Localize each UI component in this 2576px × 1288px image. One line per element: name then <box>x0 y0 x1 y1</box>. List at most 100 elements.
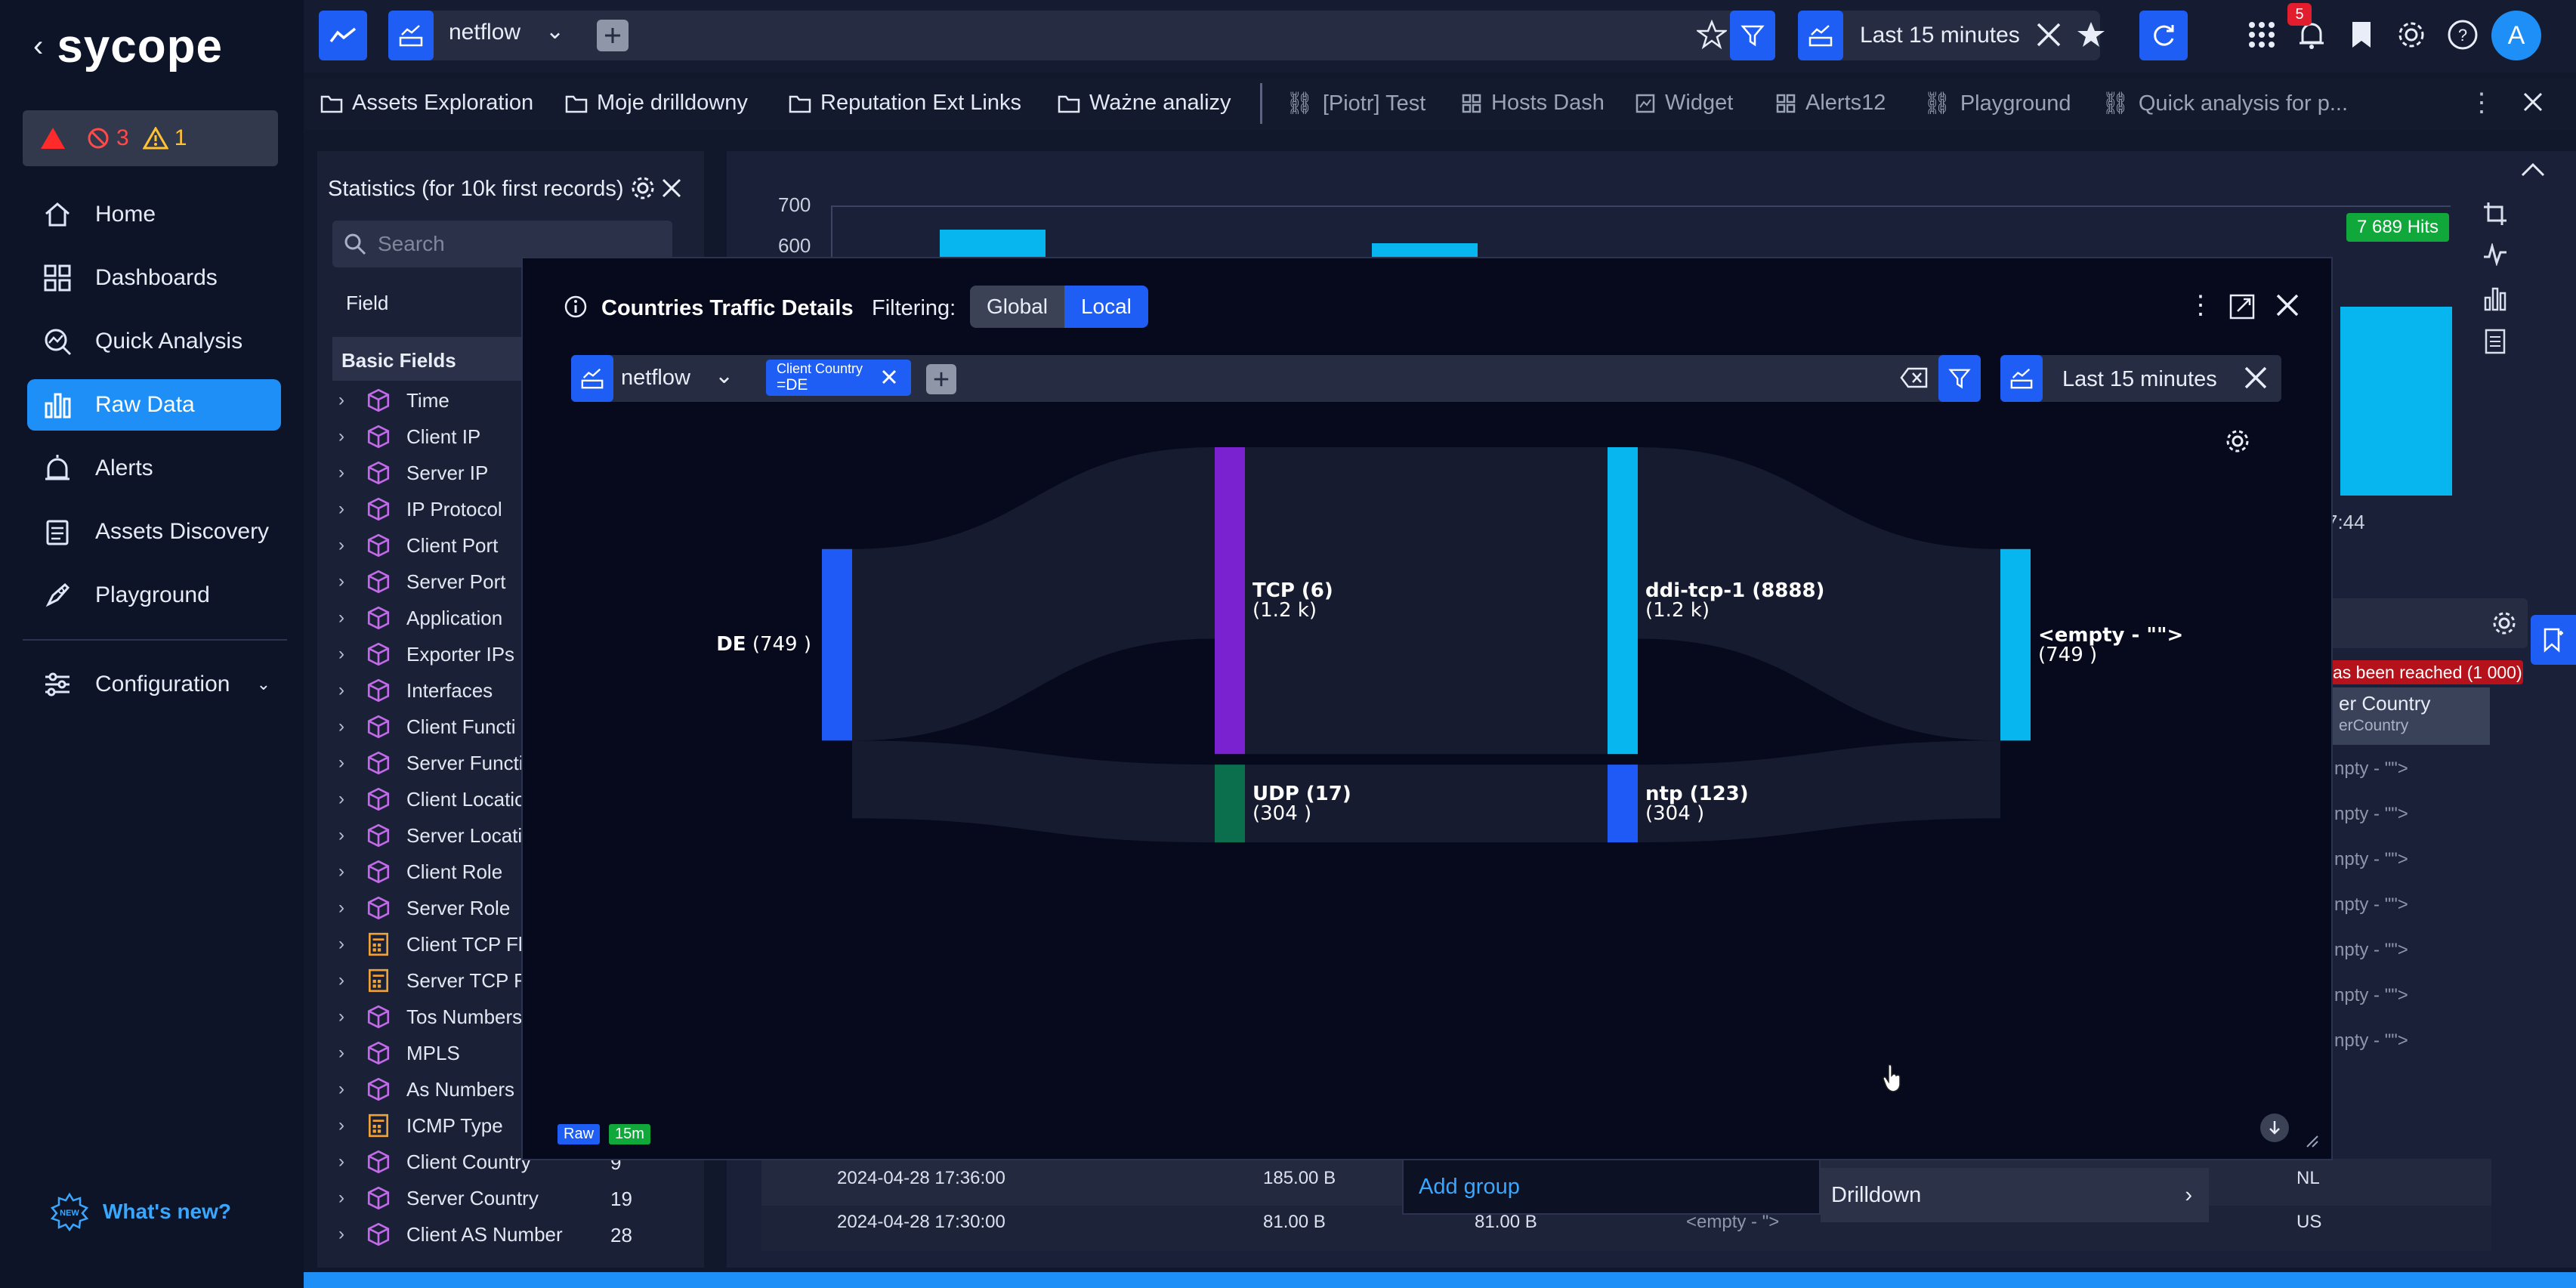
add-group-button[interactable]: Add group <box>1402 1159 1821 1215</box>
expand-chevron-icon[interactable]: › <box>338 680 366 701</box>
sidebar-item-home[interactable]: Home <box>27 189 281 240</box>
sidebar-item-dashboards[interactable]: Dashboards <box>27 252 281 304</box>
drilldown-menu-item[interactable]: Drilldown › <box>1821 1168 2209 1222</box>
sankey-node-DE[interactable] <box>822 548 852 741</box>
expand-chevron-icon[interactable]: › <box>338 1151 366 1172</box>
favorite-star-icon[interactable] <box>1697 20 1727 50</box>
field-row[interactable]: › As Numbers <box>338 1071 514 1107</box>
alerts-summary[interactable]: 3 1 <box>23 110 278 166</box>
filter-global-button[interactable]: Global <box>970 286 1064 328</box>
sidebar-item-configuration[interactable]: Configuration ⌄ <box>27 659 281 710</box>
source-name[interactable]: netflow <box>449 20 520 45</box>
modal-source-name[interactable]: netflow <box>621 366 690 391</box>
sankey-node-TCP[interactable] <box>1215 447 1245 755</box>
field-row[interactable]: › MPLS <box>338 1035 460 1071</box>
filter-local-button[interactable]: Local <box>1064 286 1148 328</box>
modal-close-icon[interactable] <box>2274 292 2301 319</box>
modal-more-icon[interactable]: ⋮ <box>2188 290 2213 320</box>
sidebar-item-playground[interactable]: Playground <box>27 570 281 621</box>
expand-chevron-icon[interactable]: › <box>338 716 366 737</box>
expand-chevron-icon[interactable]: › <box>338 426 366 447</box>
info-icon[interactable] <box>564 295 588 319</box>
field-row[interactable]: › Tos Numbers <box>338 999 522 1035</box>
modal-clear-time-close-icon[interactable] <box>2242 364 2269 391</box>
client-country-filter-chip[interactable]: Client Country =DE <box>766 360 911 396</box>
tab-wazne-analizy[interactable]: Ważne analizy <box>1058 91 1231 116</box>
expand-chevron-icon[interactable]: › <box>338 861 366 882</box>
tab-alerts12[interactable]: Alerts12 <box>1775 91 1886 116</box>
statistics-close-icon[interactable] <box>660 177 683 199</box>
tab-playground[interactable]: ⛓ Playground <box>1923 91 2071 116</box>
modal-expand-icon[interactable] <box>2229 293 2256 320</box>
settings-gear-icon[interactable] <box>2395 18 2428 51</box>
field-row[interactable]: › Server IP <box>338 455 488 491</box>
expand-chevron-icon[interactable]: › <box>338 970 366 991</box>
field-row[interactable]: › Server TCP F <box>338 962 526 999</box>
field-row[interactable]: › Interfaces <box>338 672 493 709</box>
clear-query-icon[interactable] <box>1899 366 1929 390</box>
field-row[interactable]: › Server Functi <box>338 745 524 781</box>
sankey-node-UDP[interactable] <box>1215 764 1245 843</box>
time-source-icon-button[interactable] <box>1798 11 1843 60</box>
filter-button[interactable] <box>1730 11 1775 60</box>
back-chevron-icon[interactable]: ‹ <box>33 29 43 63</box>
field-row[interactable]: › Client Role <box>338 854 502 890</box>
expand-chevron-icon[interactable]: › <box>338 1042 366 1064</box>
expand-chevron-icon[interactable]: › <box>338 1115 366 1136</box>
sankey-node-ddi[interactable] <box>1608 447 1638 755</box>
expand-chevron-icon[interactable]: › <box>338 462 366 483</box>
bar-chart-icon[interactable] <box>2482 286 2508 311</box>
expand-chevron-icon[interactable]: › <box>338 499 366 520</box>
field-row[interactable]: › Application <box>338 600 502 636</box>
expand-chevron-icon[interactable]: › <box>338 1006 366 1027</box>
field-row[interactable]: › Server Locati <box>338 817 522 854</box>
modal-source-icon-button[interactable] <box>571 355 613 402</box>
field-row[interactable]: › Server Port <box>338 564 506 600</box>
modal-time-source-button[interactable] <box>2000 355 2043 402</box>
tab-moje-drilldowny[interactable]: Moje drilldowny <box>565 91 748 116</box>
source-dropdown-chevron-icon[interactable]: ⌄ <box>545 18 564 45</box>
brand-logo[interactable]: ‹ sycope <box>33 20 223 73</box>
tab-piotr-test[interactable]: ⛓ [Piotr] Test <box>1286 91 1425 116</box>
field-row[interactable]: › Client Functi <box>338 709 516 745</box>
field-row[interactable]: › Exporter IPs <box>338 636 514 672</box>
field-row[interactable]: › Client IP <box>338 419 480 455</box>
line-chart-icon[interactable] <box>2482 243 2508 266</box>
tab-hosts-dash[interactable]: Hosts Dash <box>1461 91 1605 116</box>
help-icon[interactable]: ? <box>2446 18 2479 51</box>
server-country-column-header[interactable]: er Country erCountry <box>2331 687 2490 745</box>
expand-chevron-icon[interactable]: › <box>338 571 366 592</box>
expand-chevron-icon[interactable]: › <box>338 897 366 919</box>
tab-quick-analysis[interactable]: ⛓ Quick analysis for p... <box>2102 91 2348 116</box>
sidebar-item-raw-data[interactable]: Raw Data <box>27 379 281 431</box>
tab-assets-exploration[interactable]: Assets Exploration <box>320 91 533 116</box>
field-row[interactable]: › Time <box>338 382 449 419</box>
background-bar[interactable] <box>940 230 1046 260</box>
expand-chevron-icon[interactable]: › <box>338 535 366 556</box>
expand-chevron-icon[interactable]: › <box>338 1188 366 1209</box>
modal-source-chevron-down-icon[interactable]: ⌄ <box>715 363 734 389</box>
field-row[interactable]: › Client Port <box>338 527 498 564</box>
critical-alert-indicator[interactable] <box>39 126 73 150</box>
resize-handle-icon[interactable] <box>2304 1133 2319 1148</box>
blocked-alert-indicator[interactable]: 3 <box>86 125 129 151</box>
sankey-link-DE-TCP[interactable] <box>852 447 1215 741</box>
report-icon[interactable] <box>2484 328 2507 355</box>
sidebar-item-quick-analysis[interactable]: Quick Analysis <box>27 316 281 367</box>
tabs-more-icon[interactable]: ⋮ <box>2469 88 2494 118</box>
avatar[interactable]: A <box>2491 11 2541 60</box>
modal-add-filter-button[interactable] <box>926 364 956 394</box>
add-filter-button[interactable] <box>597 20 629 51</box>
expand-chevron-icon[interactable]: › <box>338 390 366 411</box>
expand-chevron-icon[interactable]: › <box>338 825 366 846</box>
expand-chevron-icon[interactable]: › <box>338 752 366 774</box>
field-row[interactable]: › IP Protocol <box>338 491 502 527</box>
field-row[interactable]: › Server Role <box>338 890 510 926</box>
sankey-link-DE-UDP[interactable] <box>852 740 1215 843</box>
field-row[interactable]: › Client Locatio <box>338 781 526 817</box>
expand-chevron-icon[interactable]: › <box>338 789 366 810</box>
side-bookmark-button[interactable] <box>2531 615 2576 665</box>
field-row[interactable]: › Client Country <box>338 1144 531 1180</box>
field-row[interactable]: › ICMP Type <box>338 1107 503 1144</box>
table-settings-button[interactable] <box>2481 598 2528 648</box>
